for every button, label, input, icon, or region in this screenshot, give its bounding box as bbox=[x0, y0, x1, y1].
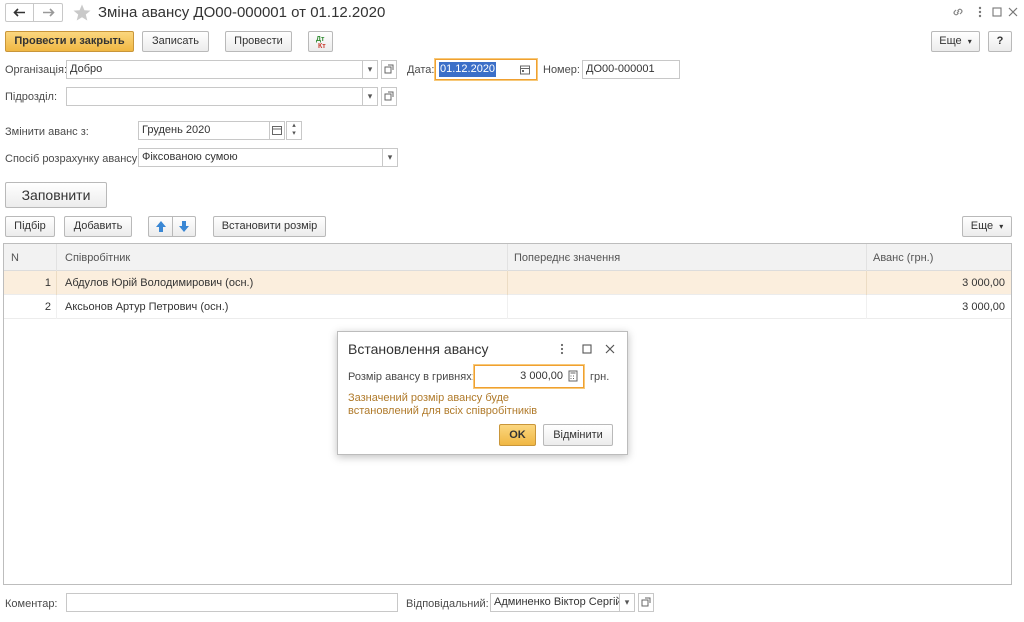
forward-arrow-icon[interactable] bbox=[34, 4, 62, 21]
col-advance[interactable]: Аванс (грн.) bbox=[873, 251, 933, 265]
row-advance: 3 000,00 bbox=[962, 301, 1005, 313]
month-calendar-icon[interactable] bbox=[269, 121, 285, 140]
svg-text:Дт: Дт bbox=[316, 36, 325, 43]
arrow-down-icon bbox=[179, 221, 189, 232]
org-field[interactable]: Добро bbox=[66, 60, 363, 79]
responsible-field[interactable]: Админенко Віктор Сергійович bbox=[490, 593, 620, 612]
responsible-dropdown-icon[interactable]: ▾ bbox=[619, 593, 635, 612]
fill-button[interactable]: Заповнити bbox=[5, 182, 107, 208]
back-arrow-icon[interactable] bbox=[6, 4, 34, 21]
col-divider bbox=[507, 244, 508, 271]
set-size-button[interactable]: Встановити розмір bbox=[213, 216, 326, 237]
dept-dropdown-icon[interactable]: ▾ bbox=[362, 87, 378, 106]
currency-label: грн. bbox=[590, 371, 610, 383]
calc-method-select[interactable]: Фіксованою сумою bbox=[138, 148, 383, 167]
number-label: Номер: bbox=[543, 64, 580, 76]
cell-divider bbox=[507, 271, 508, 295]
amount-label: Розмір авансу в гривнях: bbox=[348, 371, 475, 383]
cancel-button[interactable]: Відмінити bbox=[543, 424, 613, 446]
help-button[interactable]: ? bbox=[988, 31, 1012, 52]
comment-field[interactable] bbox=[66, 593, 398, 612]
table-more-button[interactable]: Еще ▾ bbox=[962, 216, 1012, 237]
responsible-label: Відповідальний: bbox=[406, 598, 489, 610]
dtkt-report-button[interactable]: Дт Кт bbox=[308, 31, 333, 52]
date-label: Дата: bbox=[407, 64, 435, 76]
dialog-more-icon[interactable] bbox=[557, 342, 567, 356]
row-number: 1 bbox=[44, 277, 51, 289]
more-options-icon[interactable] bbox=[975, 5, 985, 19]
add-button[interactable]: Добавить bbox=[64, 216, 132, 237]
dialog-title: Встановлення авансу bbox=[348, 341, 489, 357]
arrow-up-icon bbox=[155, 221, 166, 232]
set-advance-dialog: Встановлення авансу Розмір авансу в грив… bbox=[337, 331, 628, 455]
cell-divider bbox=[56, 271, 57, 295]
month-stepper[interactable]: ▴ ▾ bbox=[286, 121, 302, 140]
save-button[interactable]: Записать bbox=[142, 31, 209, 52]
calculator-icon[interactable] bbox=[566, 369, 580, 383]
row-employee: Абдулов Юрій Володимирович (осн.) bbox=[65, 277, 254, 289]
table-row[interactable]: 1 Абдулов Юрій Володимирович (осн.) 3 00… bbox=[4, 271, 1011, 295]
org-dropdown-icon[interactable]: ▾ bbox=[362, 60, 378, 79]
change-from-label: Змінити аванс з: bbox=[5, 126, 89, 138]
cell-divider bbox=[56, 295, 57, 319]
col-divider bbox=[56, 244, 57, 271]
maximize-icon[interactable] bbox=[991, 5, 1003, 19]
table-row[interactable]: 2 Аксьонов Артур Петрович (осн.) 3 000,0… bbox=[4, 295, 1011, 319]
dept-field[interactable] bbox=[66, 87, 363, 106]
more-button[interactable]: Еще ▾ bbox=[931, 31, 980, 52]
move-down-button[interactable] bbox=[172, 216, 196, 237]
number-field[interactable]: ДО00-000001 bbox=[582, 60, 680, 79]
nav-buttons bbox=[5, 3, 63, 22]
post-and-close-button[interactable]: Провести и закрыть bbox=[5, 31, 134, 52]
org-open-icon[interactable] bbox=[381, 60, 397, 79]
more-label: Еще bbox=[939, 35, 962, 47]
svg-text:Кт: Кт bbox=[318, 43, 326, 50]
dropdown-arrow-icon: ▾ bbox=[967, 37, 972, 46]
comment-label: Коментар: bbox=[5, 598, 58, 610]
calendar-icon[interactable] bbox=[518, 63, 532, 77]
pick-button[interactable]: Підбір bbox=[5, 216, 55, 237]
row-advance: 3 000,00 bbox=[962, 277, 1005, 289]
dialog-hint: Зазначений розмір авансу буде встановлен… bbox=[348, 392, 538, 417]
dept-label: Підрозділ: bbox=[5, 91, 58, 103]
date-value: 01.12.2020 bbox=[439, 62, 497, 77]
col-n[interactable]: N bbox=[11, 251, 19, 265]
favorite-star-icon[interactable] bbox=[72, 3, 92, 23]
amount-value: 3 000,00 bbox=[520, 370, 563, 382]
dialog-close-icon[interactable] bbox=[604, 342, 616, 356]
ok-button[interactable]: OK bbox=[499, 424, 536, 446]
responsible-open-icon[interactable] bbox=[638, 593, 654, 612]
col-divider bbox=[866, 244, 867, 271]
cell-divider bbox=[866, 271, 867, 295]
close-icon[interactable] bbox=[1007, 5, 1019, 19]
table-header: N Співробітник Попереднє значення Аванс … bbox=[4, 244, 1011, 271]
row-employee: Аксьонов Артур Петрович (осн.) bbox=[65, 301, 229, 313]
cell-divider bbox=[507, 295, 508, 319]
row-number: 2 bbox=[44, 301, 51, 313]
calc-method-label: Спосіб розрахунку авансу: bbox=[5, 153, 141, 165]
col-employee[interactable]: Співробітник bbox=[65, 251, 130, 265]
org-label: Організація: bbox=[5, 64, 67, 76]
dept-open-icon[interactable] bbox=[381, 87, 397, 106]
calc-method-dropdown-icon[interactable]: ▾ bbox=[382, 148, 398, 167]
change-from-field[interactable]: Грудень 2020 bbox=[138, 121, 270, 140]
dtkt-icon: Дт Кт bbox=[316, 36, 326, 50]
dialog-maximize-icon[interactable] bbox=[581, 342, 593, 356]
cell-divider bbox=[866, 295, 867, 319]
dropdown-arrow-icon: ▾ bbox=[999, 222, 1004, 231]
move-up-button[interactable] bbox=[148, 216, 172, 237]
window-title: Зміна авансу ДО00-000001 от 01.12.2020 bbox=[98, 4, 386, 21]
post-button[interactable]: Провести bbox=[225, 31, 292, 52]
col-previous[interactable]: Попереднє значення bbox=[514, 251, 620, 265]
table-more-label: Еще bbox=[970, 220, 994, 232]
link-icon[interactable] bbox=[951, 5, 965, 19]
